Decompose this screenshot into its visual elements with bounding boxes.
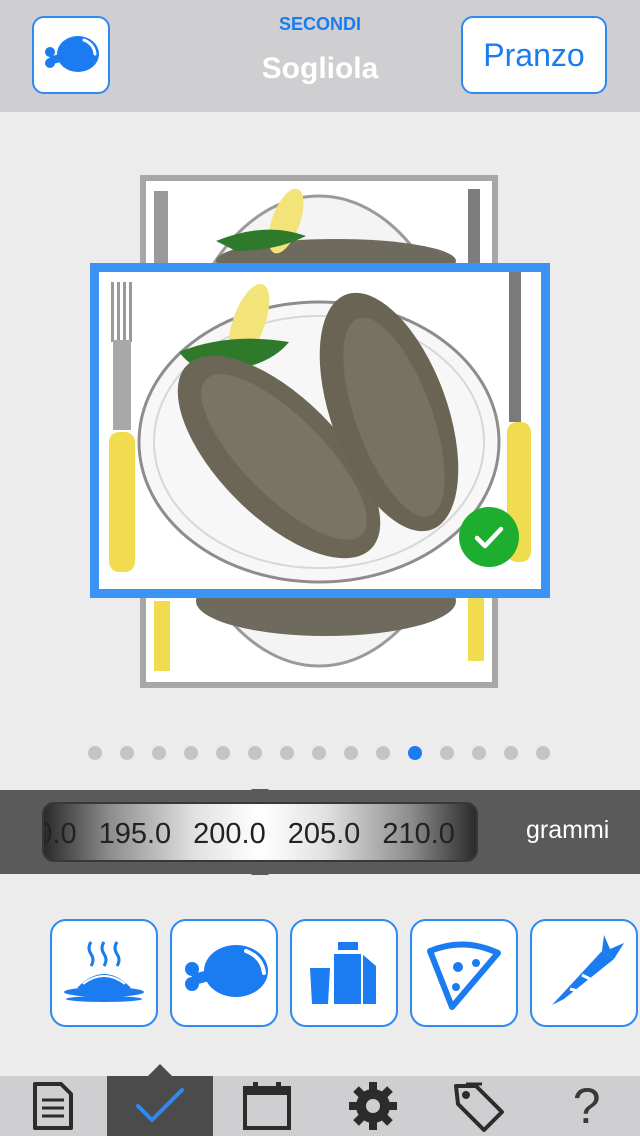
page-dot[interactable] bbox=[88, 746, 102, 760]
category-vegetables-button[interactable] bbox=[530, 919, 638, 1027]
picker-indicator-top bbox=[251, 789, 269, 799]
weight-unit: grammi bbox=[526, 816, 610, 844]
page-dot[interactable] bbox=[344, 746, 358, 760]
weight-value: 210.0 bbox=[382, 818, 455, 850]
page-dot[interactable] bbox=[408, 746, 422, 760]
calendar-icon bbox=[242, 1082, 291, 1130]
tab-add[interactable] bbox=[106, 1064, 214, 1136]
tab-bar: ? bbox=[0, 1064, 640, 1136]
page-dot[interactable] bbox=[120, 746, 134, 760]
category-dairy-button[interactable] bbox=[290, 919, 398, 1027]
page-indicator[interactable] bbox=[88, 746, 550, 762]
page-dot[interactable] bbox=[216, 746, 230, 760]
page-dot[interactable] bbox=[376, 746, 390, 760]
category-meat-button[interactable] bbox=[170, 919, 278, 1027]
tab-calendar[interactable] bbox=[213, 1076, 320, 1136]
page-dot[interactable] bbox=[312, 746, 326, 760]
tab-settings[interactable] bbox=[320, 1076, 427, 1136]
weight-value: 205.0 bbox=[287, 818, 361, 850]
milk-carton-icon bbox=[310, 942, 376, 1004]
gear-icon bbox=[349, 1082, 398, 1130]
chicken-leg-icon bbox=[185, 945, 268, 997]
weight-bar: 190.0 195.0 200.0 205.0 210.0 grammi bbox=[0, 789, 640, 875]
picker-indicator-bottom bbox=[251, 865, 269, 875]
category-pasta-button[interactable] bbox=[50, 919, 158, 1027]
category-pizza-button[interactable] bbox=[410, 919, 518, 1027]
page-dot[interactable] bbox=[440, 746, 454, 760]
weight-picker[interactable]: 190.0 195.0 200.0 205.0 210.0 bbox=[42, 802, 478, 862]
tab-help[interactable]: ? bbox=[533, 1076, 640, 1136]
page-dot[interactable] bbox=[472, 746, 486, 760]
tags-icon bbox=[454, 1082, 505, 1132]
header: SECONDI Sogliola Pranzo bbox=[0, 0, 640, 112]
page-dot[interactable] bbox=[536, 746, 550, 760]
weight-values: 190.0 195.0 200.0 205.0 210.0 bbox=[44, 818, 476, 851]
page-dot[interactable] bbox=[248, 746, 262, 760]
weight-value-selected: 200.0 bbox=[193, 818, 266, 850]
page-dot[interactable] bbox=[152, 746, 166, 760]
document-icon bbox=[33, 1082, 74, 1130]
page-dot[interactable] bbox=[184, 746, 198, 760]
pasta-plate-icon bbox=[64, 941, 144, 1002]
checkmark-icon bbox=[136, 1088, 184, 1122]
food-category-bar bbox=[50, 919, 638, 1027]
weight-value: 195.0 bbox=[98, 818, 172, 850]
page-dot[interactable] bbox=[504, 746, 518, 760]
weight-value: 190.0 bbox=[44, 818, 77, 850]
tab-diary[interactable] bbox=[0, 1076, 107, 1136]
page-dot[interactable] bbox=[280, 746, 294, 760]
question-icon: ? bbox=[572, 1078, 601, 1134]
meal-button[interactable]: Pranzo bbox=[461, 16, 607, 94]
tab-tags[interactable] bbox=[427, 1076, 534, 1136]
selected-check-icon bbox=[459, 507, 519, 567]
carrot-icon bbox=[552, 935, 624, 1005]
pizza-slice-icon bbox=[427, 941, 501, 1010]
